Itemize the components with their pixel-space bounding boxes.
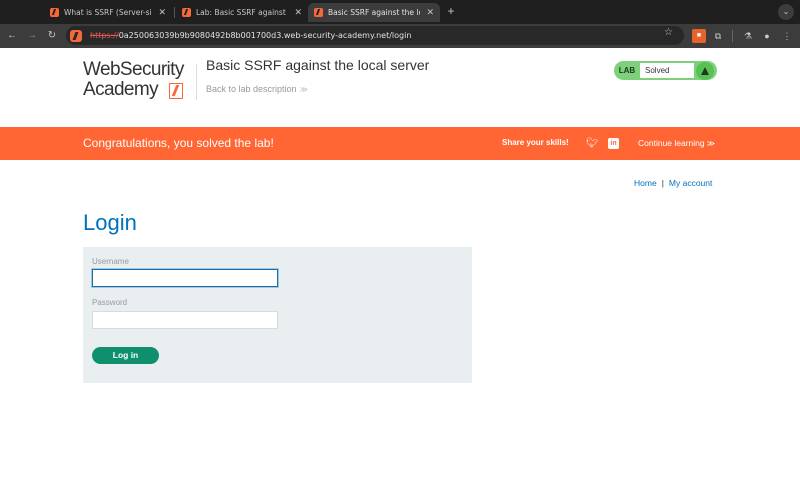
- reload-icon[interactable]: ↻: [44, 28, 60, 44]
- close-tab-icon[interactable]: ✕: [294, 8, 302, 18]
- extensions-puzzle-icon[interactable]: ⧉: [711, 29, 725, 43]
- password-input[interactable]: [92, 311, 278, 329]
- profile-avatar-icon[interactable]: ●: [760, 29, 774, 43]
- new-tab-plus-icon[interactable]: +: [444, 3, 458, 19]
- browser-tab-3-active[interactable]: Basic SSRF against the local s ✕: [308, 3, 440, 22]
- browser-tab-strip: What is SSRF (Server-side re ✕ Lab: Basi…: [0, 0, 800, 24]
- labs-flask-icon[interactable]: ⚗: [741, 29, 755, 43]
- login-form: Username Password Log in: [83, 247, 472, 383]
- browser-menu-icon[interactable]: ⋮: [780, 29, 794, 43]
- address-url: https://0a250063039b9b9080492b8b001700d3…: [90, 31, 411, 40]
- lab-title: Basic SSRF against the local server: [206, 57, 430, 73]
- bookmark-star-icon[interactable]: ☆: [664, 27, 673, 38]
- continue-learning-label: Continue learning: [638, 138, 705, 148]
- username-input[interactable]: [92, 269, 278, 287]
- double-chevron-icon: ≫: [299, 85, 308, 94]
- tab-title: Basic SSRF against the local s: [328, 8, 420, 17]
- log-in-button[interactable]: Log in: [92, 347, 159, 364]
- logo-line-1: WebSecurity: [83, 59, 184, 80]
- twitter-icon[interactable]: 🐦︎: [586, 138, 599, 149]
- double-chevron-icon: ≫: [706, 139, 716, 148]
- tab-title: What is SSRF (Server-side re: [64, 8, 152, 17]
- continue-learning-link[interactable]: Continue learning ≫: [638, 138, 715, 148]
- tab-divider: [174, 7, 175, 18]
- back-to-lab-description-link[interactable]: Back to lab description ≫: [206, 84, 308, 94]
- forward-arrow-icon[interactable]: →: [24, 28, 40, 44]
- page-content: WebSecurity Academy Basic SSRF against t…: [0, 48, 800, 500]
- browser-tab-1[interactable]: What is SSRF (Server-side re ✕: [44, 3, 172, 22]
- logo-bolt-icon: [169, 83, 183, 99]
- portswigger-favicon-icon: [182, 8, 191, 17]
- portswigger-favicon-icon: [50, 8, 59, 17]
- username-label: Username: [92, 257, 129, 266]
- password-label: Password: [92, 298, 128, 307]
- linkedin-icon[interactable]: in: [608, 138, 619, 149]
- address-bar[interactable]: https://0a250063039b9b9080492b8b001700d3…: [66, 26, 684, 45]
- home-link[interactable]: Home: [634, 178, 657, 188]
- browser-toolbar: ← → ↻ https://0a250063039b9b9080492b8b00…: [0, 24, 800, 48]
- congratulations-message: Congratulations, you solved the lab!: [83, 136, 274, 150]
- lab-status-text: Solved: [640, 63, 694, 78]
- lab-tag: LAB: [618, 66, 636, 75]
- close-tab-icon[interactable]: ✕: [426, 8, 434, 18]
- toolbar-divider: [732, 30, 733, 42]
- extension-orange-icon[interactable]: ■: [692, 29, 706, 43]
- nav-separator: |: [661, 178, 664, 188]
- back-arrow-icon[interactable]: ←: [4, 28, 20, 44]
- close-tab-icon[interactable]: ✕: [158, 8, 166, 18]
- portswigger-favicon-icon: [314, 8, 323, 17]
- site-info-icon[interactable]: [70, 29, 82, 42]
- lab-status-badge: LAB Solved: [614, 61, 717, 80]
- flask-icon: [696, 61, 714, 80]
- url-host-path: 0a250063039b9b9080492b8b001700d3.web-sec…: [118, 31, 412, 40]
- share-skills-label: Share your skills!: [502, 138, 569, 147]
- web-security-academy-logo[interactable]: WebSecurity Academy: [83, 58, 201, 104]
- tab-title: Lab: Basic SSRF against the l: [196, 8, 288, 17]
- solved-banner: Congratulations, you solved the lab! Sha…: [0, 127, 800, 160]
- my-account-link[interactable]: My account: [669, 178, 712, 188]
- url-scheme: https://: [90, 31, 119, 40]
- header-divider: [196, 64, 197, 100]
- top-nav-links: Home | My account: [634, 178, 712, 188]
- page-title: Login: [83, 210, 137, 235]
- tab-search-chevron-icon[interactable]: ⌄: [778, 4, 794, 20]
- back-link-label: Back to lab description: [206, 84, 297, 94]
- logo-line-2: Academy: [83, 79, 159, 100]
- browser-tab-2[interactable]: Lab: Basic SSRF against the l ✕: [176, 3, 308, 22]
